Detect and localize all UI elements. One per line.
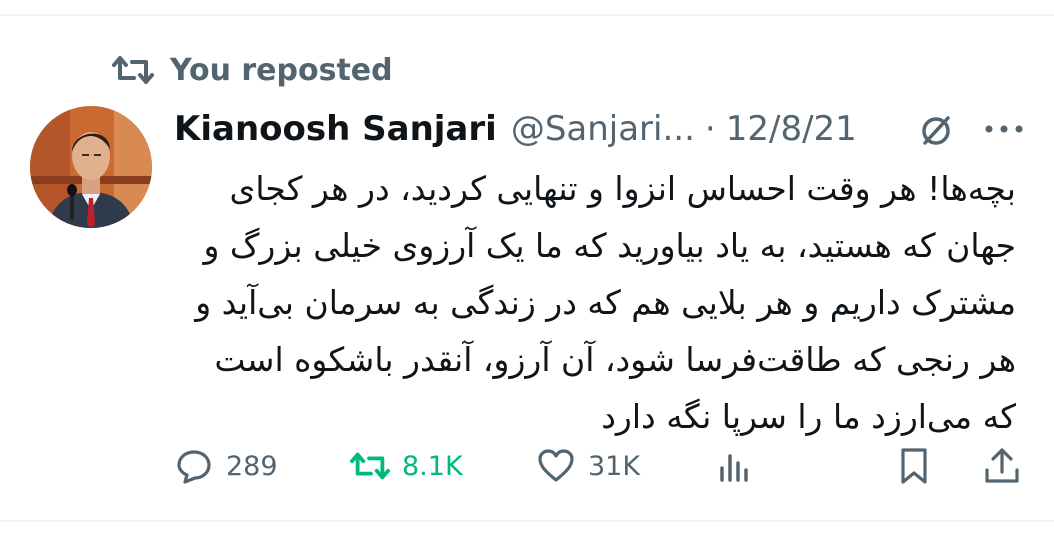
tweet-date[interactable]: 12/8/21 bbox=[726, 109, 857, 149]
action-bar: 289 8.1K 31K bbox=[174, 440, 1024, 492]
bookmark-button[interactable] bbox=[894, 440, 934, 492]
repost-icon bbox=[112, 56, 154, 84]
repost-indicator[interactable]: You reposted bbox=[112, 50, 393, 90]
views-button[interactable] bbox=[714, 440, 754, 492]
repost-icon bbox=[350, 452, 390, 480]
avatar[interactable] bbox=[30, 106, 152, 228]
avatar-photo bbox=[30, 106, 152, 228]
grok-icon[interactable] bbox=[916, 110, 956, 150]
reply-count: 289 bbox=[226, 450, 278, 482]
tweet-header: Kianoosh Sanjari @Sanjari... · 12/8/21 bbox=[174, 104, 1034, 154]
bottom-divider bbox=[0, 520, 1054, 522]
user-handle[interactable]: @Sanjari... bbox=[511, 109, 695, 149]
repost-button[interactable]: 8.1K bbox=[350, 440, 463, 492]
share-icon bbox=[985, 448, 1019, 483]
tweet-text: بچه‌ها! هر وقت احساس انزوا و تنهایی کردی… bbox=[195, 169, 1016, 436]
separator-dot: · bbox=[704, 109, 716, 149]
repost-label: You reposted bbox=[170, 52, 393, 88]
like-button[interactable]: 31K bbox=[536, 440, 640, 492]
like-count: 31K bbox=[588, 450, 641, 482]
like-icon bbox=[538, 449, 574, 482]
reply-button[interactable]: 289 bbox=[174, 440, 278, 492]
bookmark-icon bbox=[901, 448, 927, 484]
reply-icon bbox=[177, 450, 211, 484]
views-icon bbox=[720, 454, 748, 482]
top-divider bbox=[0, 14, 1054, 16]
more-icon[interactable] bbox=[982, 122, 1026, 136]
share-button[interactable] bbox=[982, 440, 1022, 492]
display-name[interactable]: Kianoosh Sanjari bbox=[174, 109, 497, 149]
repost-count: 8.1K bbox=[402, 450, 463, 482]
